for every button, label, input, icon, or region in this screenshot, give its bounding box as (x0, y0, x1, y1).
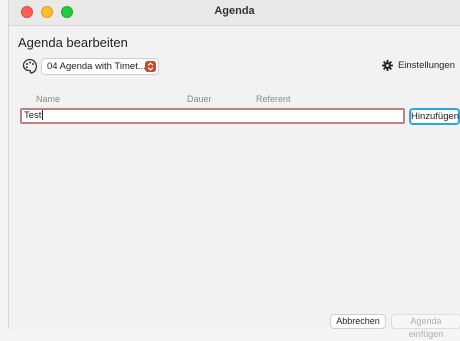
column-header-name[interactable]: Name (36, 94, 60, 104)
agenda-window: Agenda Agenda bearbeiten 04 Agenda with … (8, 0, 460, 339)
palette-icon[interactable] (22, 58, 38, 74)
gear-icon (381, 60, 393, 71)
title-bar: Agenda (9, 0, 460, 26)
settings-label: Einstellungen (397, 60, 455, 71)
agenda-template-value: 04 Agenda with Timet... (47, 61, 146, 72)
window-title: Agenda (214, 5, 255, 17)
settings-button[interactable]: Einstellungen (381, 60, 455, 71)
page-title: Agenda bearbeiten (18, 35, 128, 50)
column-header-speaker[interactable]: Referent (256, 94, 291, 104)
chevron-updown-icon (145, 61, 156, 72)
text-caret (42, 110, 44, 121)
cancel-button[interactable]: Abbrechen (330, 314, 386, 329)
add-button[interactable]: Hinzufügen (409, 108, 460, 125)
insert-agenda-button[interactable]: Agenda einfügen (391, 314, 460, 339)
agenda-template-select[interactable]: 04 Agenda with Timet... (41, 58, 159, 75)
agenda-item-name-input[interactable]: Test (20, 108, 405, 124)
agenda-item-name-value: Test (24, 110, 42, 121)
column-header-duration[interactable]: Dauer (187, 94, 212, 104)
